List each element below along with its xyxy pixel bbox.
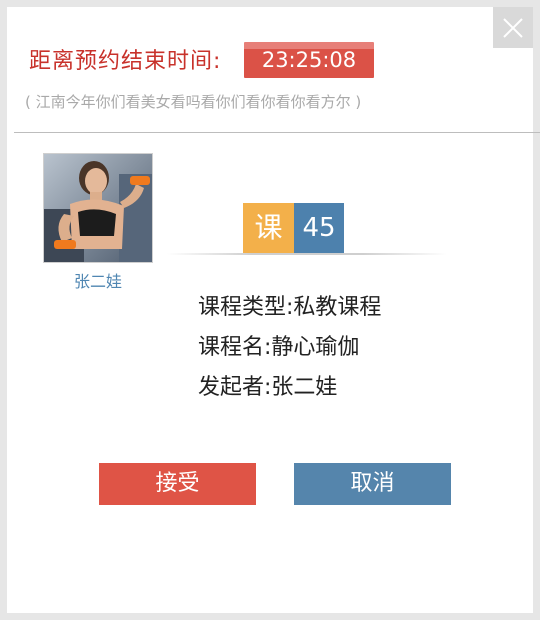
- close-icon: [503, 18, 523, 38]
- countdown-label: 距离预约结束时间:: [29, 49, 222, 74]
- header-divider: [14, 132, 540, 133]
- course-info: 课程类型:私教课程 课程名:静心瑜伽 发起者:张二娃: [198, 288, 381, 408]
- close-button[interactable]: [493, 7, 533, 48]
- appointment-dialog: 距离预约结束时间: 23:25:08 ( 江南今年你们看美女看吗看你们看你看你看…: [0, 0, 540, 620]
- initiator-row: 发起者:张二娃: [198, 368, 381, 408]
- avatar-photo: [44, 154, 152, 262]
- course-badge-label: 课: [243, 203, 294, 253]
- initiator-value: 张二娃: [271, 375, 338, 400]
- badge-divider: [167, 253, 447, 255]
- accept-button[interactable]: 接受: [99, 463, 256, 505]
- course-name-value: 静心瑜伽: [271, 335, 360, 360]
- course-name-row: 课程名:静心瑜伽: [198, 328, 381, 368]
- profile-name: 张二娃: [73, 272, 122, 291]
- course-type-row: 课程类型:私教课程: [198, 288, 381, 328]
- cancel-button[interactable]: 取消: [294, 463, 451, 505]
- countdown-timer: 23:25:08: [244, 42, 374, 78]
- subtitle-text: ( 江南今年你们看美女看吗看你们看你看你看方尔 ): [25, 93, 362, 111]
- course-badge-count: 45: [294, 203, 344, 253]
- initiator-label: 发起者:: [198, 375, 272, 400]
- course-name-label: 课程名:: [198, 335, 272, 360]
- course-type-label: 课程类型:: [198, 295, 294, 320]
- course-type-value: 私教课程: [293, 295, 382, 320]
- avatar: [43, 153, 153, 263]
